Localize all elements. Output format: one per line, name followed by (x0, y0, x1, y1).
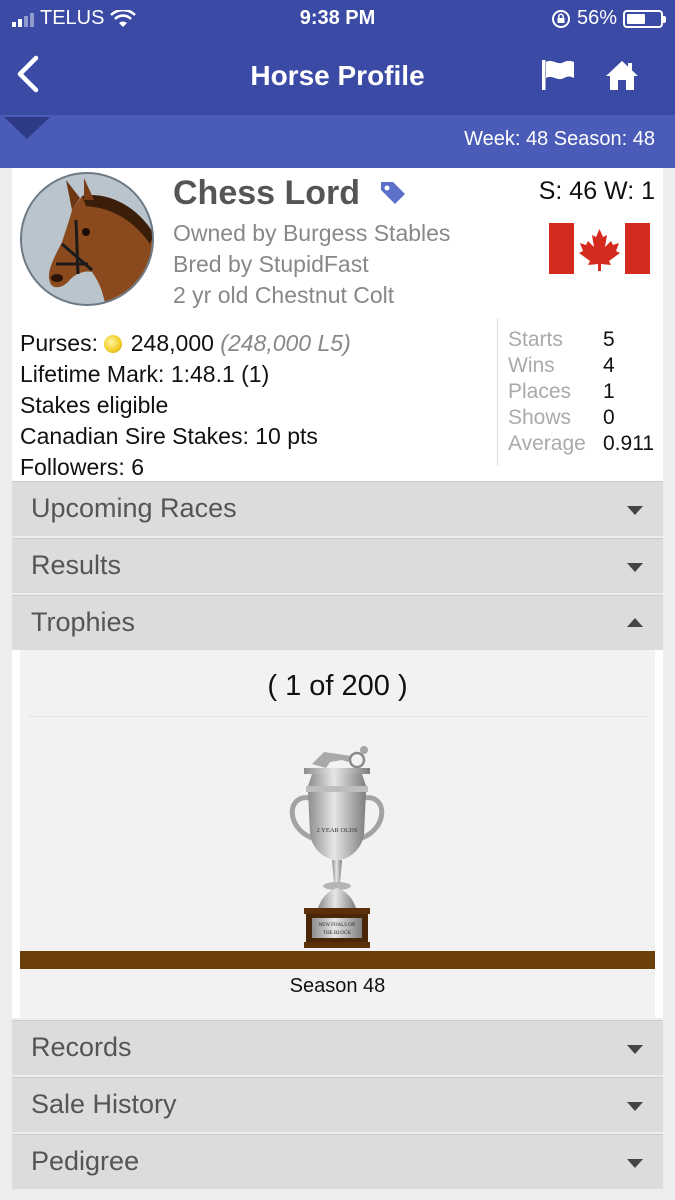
section-label: Sale History (31, 1089, 177, 1119)
record-row: Places 1 (508, 379, 654, 405)
canada-flag-icon (549, 223, 650, 274)
horse-profile-card: Chess Lord S: 46 W: 1 Owned by Burgess S… (12, 168, 663, 481)
section-trophies[interactable]: Trophies (12, 595, 663, 650)
home-icon[interactable] (604, 58, 640, 92)
section-label: Pedigree (31, 1146, 140, 1176)
chevron-down-icon (627, 1102, 643, 1111)
status-bar: TELUS 9:38 PM 56% (0, 0, 675, 38)
record-row: Wins 4 (508, 353, 654, 379)
trophy-shelf (20, 951, 655, 969)
tag-icon[interactable] (377, 178, 407, 206)
stats-divider (497, 318, 498, 466)
race-record: Starts 5 Wins 4 Places 1 Shows 0 Average 0.91… (508, 327, 654, 457)
horse-avatar (20, 172, 154, 306)
record-row: Average 0.911 (508, 431, 654, 457)
trophy-plaque-text: NEW FOALS ON (319, 923, 356, 928)
owner-line[interactable]: Owned by Burgess Stables (173, 220, 450, 247)
trophy-counter: ( 1 of 200 ) (267, 670, 408, 702)
section-label: Records (31, 1032, 132, 1062)
record-row: Shows 0 (508, 405, 654, 431)
battery-fill (627, 13, 645, 24)
sire-stakes-points: Canadian Sire Stakes: 10 pts (20, 423, 318, 449)
record-label: Average (508, 432, 586, 455)
counter-divider (28, 716, 647, 717)
chevron-down-icon (627, 1159, 643, 1168)
section-upcoming-races[interactable]: Upcoming Races (12, 481, 663, 536)
purses-line: Purses: 248,000 (248,000 L5) (20, 328, 351, 359)
purses-l5: (248,000 L5) (220, 330, 351, 356)
record-label: Starts (508, 328, 563, 351)
week-season-bar: Week: 48 Season: 48 (0, 115, 675, 168)
flag-icon[interactable] (540, 58, 576, 92)
purses-label: Purses: (20, 330, 98, 356)
chevron-down-icon (627, 506, 643, 515)
horse-stats: Purses: 248,000 (248,000 L5) Lifetime Ma… (20, 328, 351, 483)
section-sale-history[interactable]: Sale History (12, 1077, 663, 1132)
section-records[interactable]: Records (12, 1020, 663, 1075)
record-label: Places (508, 380, 572, 403)
trophy-plaque-text: THE BLOCK (323, 931, 351, 936)
battery-icon (623, 9, 666, 28)
record-row: Starts 5 (508, 327, 654, 353)
section-label: Results (31, 550, 122, 580)
section-pedigree[interactable]: Pedigree (12, 1134, 663, 1189)
stakes-eligibility: Stakes eligible (20, 392, 169, 418)
week-season-text: Week: 48 Season: 48 (464, 128, 655, 150)
chevron-down-icon (627, 1045, 643, 1054)
followers-count[interactable]: Followers: 6 (20, 452, 351, 483)
horse-name: Chess Lord (173, 174, 361, 212)
trophy-cup-image[interactable]: 2 YEAR OLDS NEW FOALS ON THE BLOCK (282, 738, 392, 950)
section-label: Upcoming Races (31, 493, 237, 523)
lifetime-mark: Lifetime Mark: 1:48.1 (1) (20, 361, 270, 387)
record-value: 0 (603, 406, 615, 429)
record-label: Shows (508, 406, 572, 429)
speed-wins-rating: S: 46 W: 1 (538, 177, 655, 205)
battery-percent: 56% (576, 7, 617, 29)
nav-bar: Horse Profile (0, 38, 675, 115)
record-label: Wins (508, 354, 555, 377)
record-value: 4 (603, 354, 615, 377)
dropdown-caret-icon[interactable] (4, 117, 50, 139)
purses-value: 248,000 (130, 330, 214, 356)
section-label: Trophies (31, 607, 136, 637)
trophy-cup-text: 2 YEAR OLDS (317, 827, 358, 834)
description-line: 2 yr old Chestnut Colt (173, 282, 395, 308)
section-results[interactable]: Results (12, 538, 663, 593)
horse-head-image (49, 178, 152, 304)
chevron-down-icon (627, 563, 643, 572)
breeder-line[interactable]: Bred by StupidFast (173, 251, 369, 278)
record-value: 0.911 (603, 432, 654, 455)
trophy-season: Season 48 (289, 975, 386, 997)
status-right: 56% (551, 7, 666, 30)
coin-icon (104, 335, 123, 353)
record-value: 5 (603, 328, 615, 351)
chevron-up-icon (627, 618, 643, 627)
rotation-lock-icon (551, 9, 570, 28)
record-value: 1 (603, 380, 615, 403)
trophies-panel: ( 1 of 200 ) 2 YEAR OLDS NEW FOALS ON TH… (12, 650, 663, 1018)
